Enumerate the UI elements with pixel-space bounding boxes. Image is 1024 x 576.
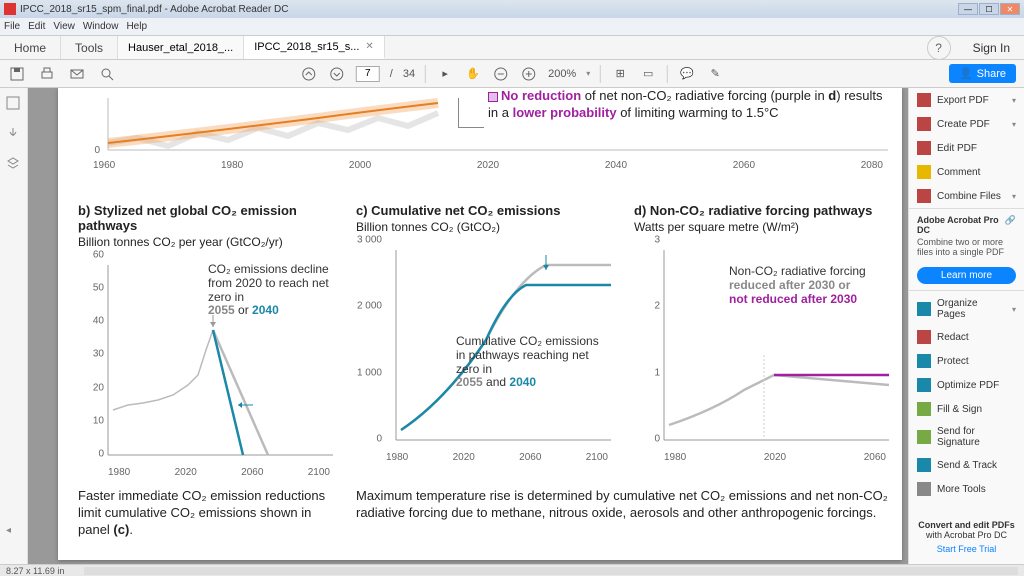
tool-comment[interactable]: Comment (909, 160, 1024, 184)
attachments-icon[interactable] (6, 126, 22, 142)
menu-file[interactable]: File (4, 21, 20, 32)
tool-redact[interactable]: Redact (909, 325, 1024, 349)
page-down-icon[interactable] (328, 65, 346, 83)
zoom-level[interactable]: 200% (548, 68, 576, 80)
sign-icon[interactable]: ✎ (706, 65, 724, 83)
tools-panel: Export PDF▾Create PDF▾Edit PDFCommentCom… (908, 88, 1024, 564)
page-number-input[interactable] (356, 66, 380, 82)
tool-optimize-pdf[interactable]: Optimize PDF (909, 373, 1024, 397)
start-trial-link[interactable]: Start Free Trial (915, 544, 1018, 554)
window-titlebar: IPCC_2018_sr15_spm_final.pdf - Adobe Acr… (0, 0, 1024, 18)
share-button[interactable]: 👤 Share (949, 64, 1016, 83)
sign-in-link[interactable]: Sign In (959, 41, 1024, 55)
tab-bar: Home Tools Hauser_etal_2018_... IPCC_201… (0, 36, 1024, 60)
promo-title: Adobe Acrobat Pro DC (917, 215, 1005, 235)
zoom-in-icon[interactable] (520, 65, 538, 83)
horizontal-scrollbar[interactable] (84, 567, 1018, 575)
zoom-out-icon[interactable] (492, 65, 510, 83)
menu-edit[interactable]: Edit (28, 21, 45, 32)
save-icon[interactable] (8, 65, 26, 83)
tab-tools[interactable]: Tools (61, 36, 118, 59)
tab-doc-hauser[interactable]: Hauser_etal_2018_... (118, 36, 244, 59)
close-tab-icon[interactable]: ✕ (365, 41, 373, 52)
chart-d: d) Non-CO₂ radiative forcing pathways Wa… (634, 203, 894, 478)
menu-window[interactable]: Window (83, 21, 119, 32)
menu-help[interactable]: Help (126, 21, 147, 32)
tool-more-tools[interactable]: More Tools (909, 477, 1024, 501)
maximize-button[interactable]: ☐ (979, 3, 999, 15)
promo-text: Combine two or more files into a single … (917, 237, 1016, 257)
tool-create-pdf[interactable]: Create PDF▾ (909, 112, 1024, 136)
layers-icon[interactable] (6, 156, 22, 172)
hand-icon[interactable]: ✋ (464, 65, 482, 83)
menu-view[interactable]: View (53, 21, 75, 32)
bottom-promo-title: Convert and edit PDFs (918, 520, 1015, 530)
document-viewport[interactable]: 0 1960198020002020204020602080 No reduct… (28, 88, 908, 564)
tool-export-pdf[interactable]: Export PDF▾ (909, 88, 1024, 112)
page-total: 34 (403, 68, 415, 80)
svg-text:0: 0 (94, 145, 100, 156)
tab-doc-ipcc[interactable]: IPCC_2018_sr15_s...✕ (244, 36, 385, 59)
learn-more-button[interactable]: Learn more (917, 267, 1016, 284)
print-icon[interactable] (38, 65, 56, 83)
fit-width-icon[interactable]: ⊞ (611, 65, 629, 83)
purple-swatch-icon (488, 92, 498, 102)
thumbnails-icon[interactable] (6, 96, 22, 112)
page-dimensions: 8.27 x 11.69 in (6, 566, 64, 576)
search-icon[interactable] (98, 65, 116, 83)
toolbar: / 34 ▸ ✋ 200%▾ ⊞ ▭ 💬 ✎ 👤 Share (0, 60, 1024, 88)
collapse-rail-icon[interactable]: ◂ (6, 525, 11, 536)
fit-page-icon[interactable]: ▭ (639, 65, 657, 83)
tab-home[interactable]: Home (0, 36, 61, 59)
comment-icon[interactable]: 💬 (678, 65, 696, 83)
tool-fill-sign[interactable]: Fill & Sign (909, 397, 1024, 421)
page-sep: / (390, 68, 393, 80)
chart-c: c) Cumulative net CO₂ emissions Billion … (356, 203, 616, 478)
status-bar: 8.27 x 11.69 in (0, 564, 1024, 576)
email-icon[interactable] (68, 65, 86, 83)
app-icon (4, 3, 16, 15)
tool-combine-files[interactable]: Combine Files▾ (909, 184, 1024, 208)
menu-bar: File Edit View Window Help (0, 18, 1024, 36)
chart-a-annotation: No reduction of net non-CO₂ radiative fo… (488, 88, 888, 122)
link-icon: 🔗 (1005, 215, 1016, 235)
chart-b: b) Stylized net global CO₂ emission path… (78, 203, 338, 478)
tool-send-track[interactable]: Send & Track (909, 453, 1024, 477)
caption-text: Faster immediate CO₂ emission reductions… (78, 488, 898, 539)
pdf-page: 0 1960198020002020204020602080 No reduct… (58, 88, 902, 560)
window-title: IPCC_2018_sr15_spm_final.pdf - Adobe Acr… (20, 4, 958, 15)
pointer-icon[interactable]: ▸ (436, 65, 454, 83)
chart-a-xticks: 1960198020002020204020602080 (78, 160, 898, 171)
help-button[interactable]: ? (927, 36, 951, 60)
close-button[interactable]: ✕ (1000, 3, 1020, 15)
page-up-icon[interactable] (300, 65, 318, 83)
left-rail: ◂ (0, 88, 28, 564)
tool-organize-pages[interactable]: Organize Pages▾ (909, 293, 1024, 325)
bottom-promo-sub: with Acrobat Pro DC (926, 530, 1007, 540)
tool-edit-pdf[interactable]: Edit PDF (909, 136, 1024, 160)
tool-protect[interactable]: Protect (909, 349, 1024, 373)
tool-send-for-signature[interactable]: Send for Signature (909, 421, 1024, 453)
minimize-button[interactable]: — (958, 3, 978, 15)
